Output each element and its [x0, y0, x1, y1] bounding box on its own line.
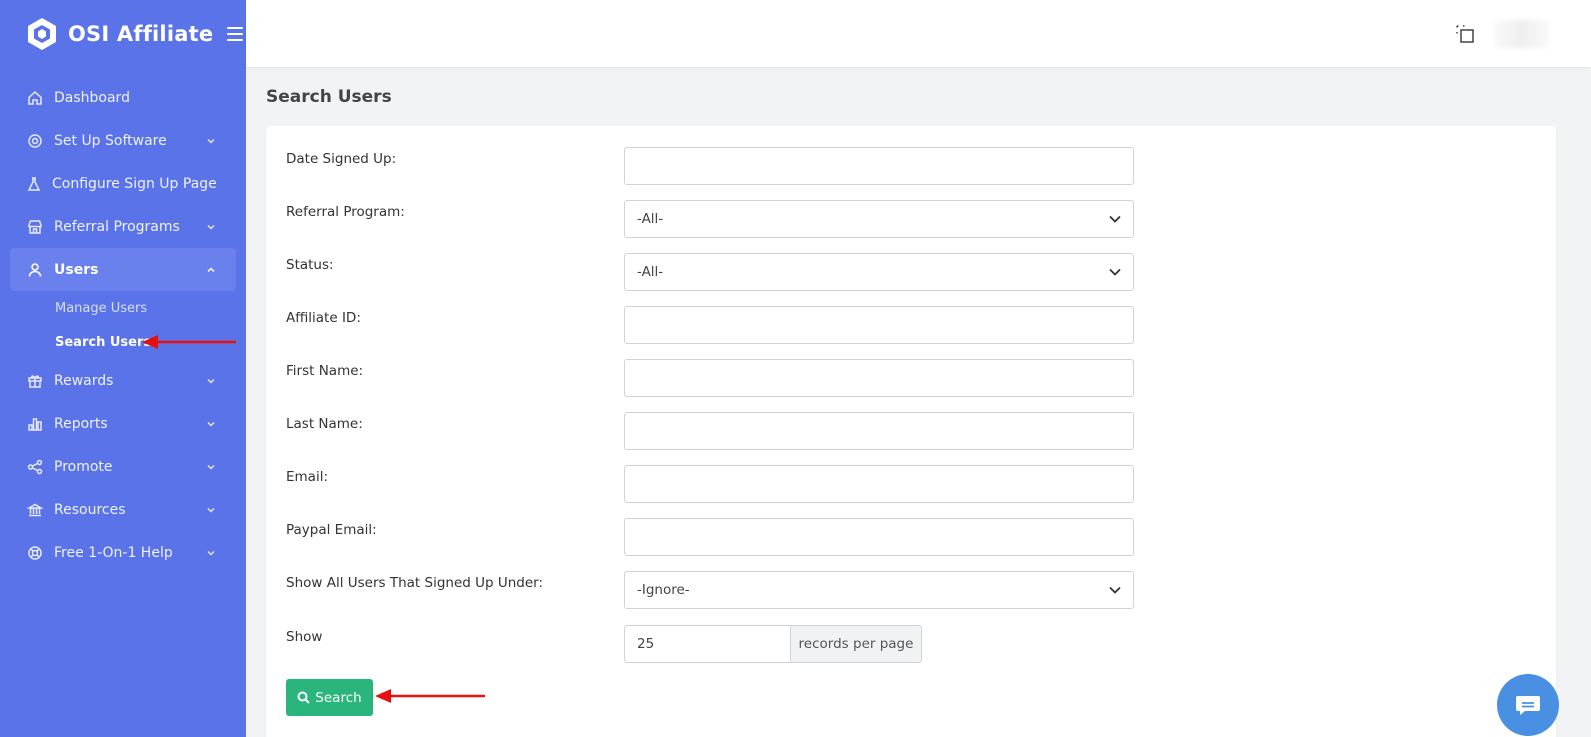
- row-paypal-email: Paypal Email:: [286, 518, 1486, 556]
- chevron-down-icon: [207, 138, 215, 143]
- home-icon: [26, 89, 44, 107]
- signed-up-under-value: -Ignore-: [637, 582, 690, 598]
- referral-program-value: -All-: [637, 211, 664, 227]
- row-show: Show 25 records per page: [286, 625, 1486, 663]
- topbar: [246, 0, 1591, 67]
- records-per-page-addon: records per page: [790, 625, 922, 663]
- sidebar-item-users[interactable]: Users: [10, 248, 236, 291]
- brand-name: OSI Affiliate: [68, 21, 214, 46]
- status-value: -All-: [637, 264, 664, 280]
- sidebar-item-dashboard[interactable]: Dashboard: [0, 76, 246, 119]
- sidebar-item-referral-programs[interactable]: Referral Programs: [0, 205, 246, 248]
- annotation-arrow-search-users: [142, 335, 236, 349]
- user-avatar[interactable]: [1494, 20, 1550, 48]
- first-name-label: First Name:: [286, 363, 364, 379]
- email-input[interactable]: [624, 465, 1134, 503]
- email-label: Email:: [286, 469, 329, 485]
- sidebar-item-reports[interactable]: Reports: [0, 402, 246, 445]
- date-signed-up-input[interactable]: [624, 147, 1134, 185]
- sidebar-item-configure-sign-up-page[interactable]: Configure Sign Up Page: [0, 162, 246, 205]
- row-signed-up-under: Show All Users That Signed Up Under: -Ig…: [286, 571, 1486, 609]
- search-button[interactable]: Search: [286, 679, 373, 716]
- chevron-down-icon: [207, 507, 215, 512]
- paypal-email-input[interactable]: [624, 518, 1134, 556]
- sidebar-menu: Dashboard Set Up Software Configure Sign…: [0, 76, 246, 574]
- first-name-input[interactable]: [624, 359, 1134, 397]
- affiliate-id-label: Affiliate ID:: [286, 310, 361, 326]
- row-status: Status: -All-: [286, 253, 1486, 291]
- sidebar-item-set-up-software[interactable]: Set Up Software: [0, 119, 246, 162]
- sidebar: OSI Affiliate Dashboard Set Up Software …: [0, 0, 246, 737]
- sidebar-subitem-manage-users[interactable]: Manage Users: [55, 291, 246, 325]
- hamburger-menu-icon[interactable]: [227, 26, 244, 41]
- affiliate-id-input[interactable]: [624, 306, 1134, 344]
- chevron-down-icon: [207, 378, 215, 383]
- paypal-email-label: Paypal Email:: [286, 522, 377, 538]
- chevron-down-icon: [207, 224, 215, 229]
- bank-icon: [26, 501, 44, 519]
- row-referral-program: Referral Program: -All-: [286, 200, 1486, 238]
- gift-icon: [26, 372, 44, 390]
- referral-program-label: Referral Program:: [286, 204, 405, 220]
- search-users-form: Date Signed Up: Referral Program: -All- …: [266, 126, 1556, 737]
- records-per-page-input[interactable]: 25: [624, 625, 790, 663]
- date-signed-up-label: Date Signed Up:: [286, 151, 397, 167]
- lifebuoy-icon: [26, 544, 44, 562]
- last-name-input[interactable]: [624, 412, 1134, 450]
- chevron-down-icon: [1109, 586, 1121, 594]
- sidebar-item-promote[interactable]: Promote: [0, 445, 246, 488]
- page-title: Search Users: [266, 87, 392, 107]
- signed-up-under-label: Show All Users That Signed Up Under:: [286, 575, 544, 591]
- show-label: Show: [286, 629, 323, 645]
- signed-up-under-select[interactable]: -Ignore-: [624, 571, 1134, 609]
- flask-icon: [26, 175, 42, 193]
- row-date-signed-up: Date Signed Up:: [286, 147, 1486, 185]
- sidebar-item-resources[interactable]: Resources: [0, 488, 246, 531]
- last-name-label: Last Name:: [286, 416, 363, 432]
- brand: OSI Affiliate: [0, 0, 246, 67]
- search-icon: [297, 691, 311, 704]
- row-last-name: Last Name:: [286, 412, 1486, 450]
- logo-icon: [28, 17, 56, 50]
- chevron-down-icon: [1109, 215, 1121, 223]
- row-affiliate-id: Affiliate ID:: [286, 306, 1486, 344]
- gear-icon: [26, 132, 44, 150]
- status-label: Status:: [286, 257, 334, 273]
- chevron-down-icon: [207, 464, 215, 469]
- chat-widget-button[interactable]: [1497, 674, 1559, 736]
- chevron-up-icon: [207, 266, 215, 272]
- bar-chart-icon: [26, 415, 44, 433]
- user-icon: [26, 261, 44, 279]
- chevron-down-icon: [207, 550, 215, 555]
- chevron-down-icon: [207, 421, 215, 426]
- chevron-down-icon: [1109, 268, 1121, 276]
- search-button-label: Search: [315, 689, 362, 706]
- sidebar-item-rewards[interactable]: Rewards: [0, 359, 246, 402]
- referral-program-select[interactable]: -All-: [624, 200, 1134, 238]
- fullscreen-icon[interactable]: [1454, 23, 1476, 45]
- store-icon: [26, 218, 44, 236]
- sidebar-item-free-help[interactable]: Free 1-On-1 Help: [0, 531, 246, 574]
- row-first-name: First Name:: [286, 359, 1486, 397]
- records-per-page-group: 25 records per page: [624, 625, 922, 663]
- share-icon: [26, 458, 44, 476]
- status-select[interactable]: -All-: [624, 253, 1134, 291]
- row-email: Email:: [286, 465, 1486, 503]
- annotation-arrow-search-button: [375, 689, 485, 703]
- chat-icon: [1516, 696, 1540, 715]
